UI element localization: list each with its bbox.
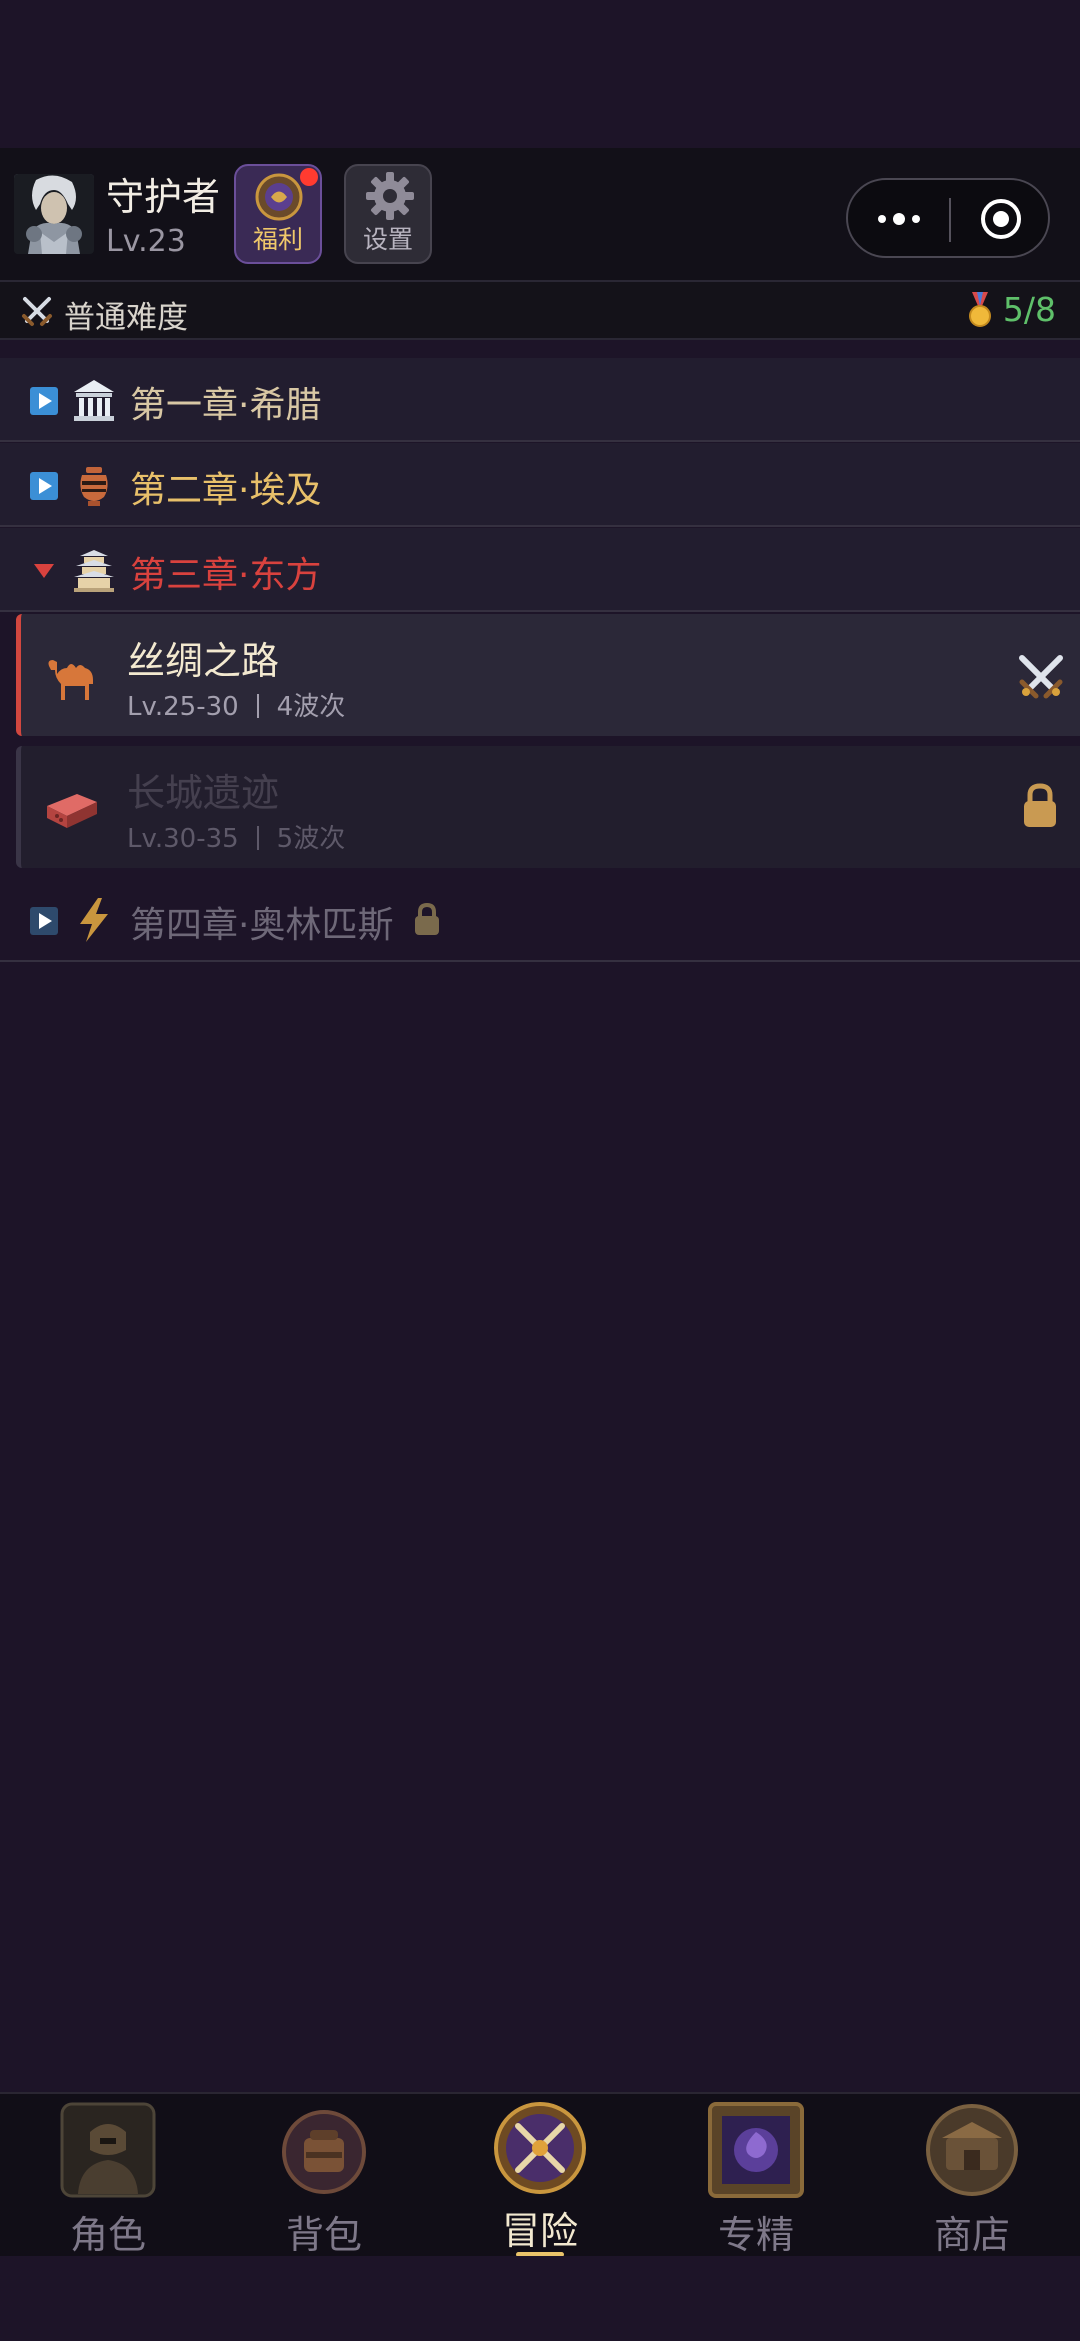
meta-separator [256, 826, 259, 850]
expand-arrow-icon [30, 387, 58, 415]
amphora-icon [80, 467, 108, 506]
stage-level-range: Lv.30-35 [127, 824, 239, 854]
meta-separator [256, 694, 259, 718]
close-target-icon[interactable] [978, 196, 1024, 242]
stage-level-range: Lv.25-30 [127, 692, 239, 722]
nav-item-character[interactable]: 角色 [0, 2094, 216, 2258]
character-icon [60, 2102, 156, 2198]
settings-label: 设置 [362, 225, 413, 254]
bottom-nav: 角色 背包 冒险 专精 商店 [0, 2092, 1080, 2258]
chapter-title: 第一章·希腊 [130, 385, 322, 426]
nav-label: 背包 [285, 2213, 362, 2257]
chapter-title: 第四章·奥林匹斯 [130, 905, 394, 946]
medal-icon [969, 292, 991, 327]
crossed-swords-icon [22, 297, 52, 326]
difficulty-bar[interactable]: 普通难度 5/8 [0, 280, 1080, 340]
welfare-label: 福利 [252, 225, 303, 254]
stage-meta: Lv.30-35 5波次 [127, 818, 345, 855]
player-name: 守护者 [106, 175, 221, 219]
pagoda-icon [74, 550, 114, 592]
shop-icon [926, 2104, 1018, 2196]
mastery-icon [708, 2102, 804, 2198]
avatar[interactable] [14, 174, 94, 254]
stage-meta: Lv.25-30 4波次 [127, 686, 345, 723]
app-root: 守护者 Lv.23 福利 设置 普通难度 5/8 第一章·希腊 第二章·埃及 第… [0, 0, 1080, 2341]
nav-label: 角色 [69, 2213, 146, 2257]
lock-icon [1024, 783, 1056, 827]
backpack-icon [282, 2110, 366, 2194]
chapter-row-1[interactable]: 第一章·希腊 [0, 358, 1080, 442]
settings-button[interactable]: 设置 [344, 164, 432, 264]
lightning-icon [80, 898, 108, 942]
capsule-divider [949, 198, 951, 242]
chapter-row-3[interactable]: 第三章·东方 [0, 528, 1080, 612]
chapter-row-2[interactable]: 第二章·埃及 [0, 443, 1080, 527]
nav-item-adventure[interactable]: 冒险 [432, 2094, 648, 2258]
collapse-arrow-icon [34, 564, 54, 578]
stage-card-silk-road[interactable]: 丝绸之路 Lv.25-30 4波次 [16, 614, 1080, 736]
knight-portrait-icon [14, 174, 94, 254]
nav-label: 专精 [717, 2213, 794, 2257]
stage-progress: 5/8 [1002, 290, 1056, 329]
adventure-icon [494, 2102, 586, 2194]
nav-item-shop[interactable]: 商店 [864, 2094, 1080, 2258]
stage-card-great-wall[interactable]: 长城遗迹 Lv.30-35 5波次 [16, 746, 1080, 868]
player-header: 守护者 Lv.23 福利 设置 [0, 148, 1080, 280]
nav-item-backpack[interactable]: 背包 [216, 2094, 432, 2258]
nav-label: 商店 [933, 2213, 1010, 2257]
stage-name: 长城遗迹 [127, 771, 280, 815]
camel-icon [48, 660, 93, 700]
nav-item-mastery[interactable]: 专精 [648, 2094, 864, 2258]
lock-icon [415, 902, 439, 935]
more-icon[interactable] [874, 204, 924, 234]
gear-icon [366, 172, 414, 220]
temple-icon [74, 380, 114, 421]
stage-waves: 4波次 [276, 692, 346, 722]
chapter-title: 第三章·东方 [130, 555, 322, 596]
brick-icon [47, 794, 97, 828]
status-bar [0, 0, 1080, 148]
stage-waves: 5波次 [276, 824, 346, 854]
chapter-row-4[interactable]: 第四章·奥林匹斯 [0, 878, 1080, 962]
bottom-safe-area [0, 2256, 1080, 2341]
welfare-emblem-icon [255, 173, 303, 221]
expand-arrow-icon [30, 472, 58, 500]
mini-program-capsule [846, 178, 1050, 258]
crossed-swords-icon[interactable] [1016, 652, 1066, 702]
stage-name: 丝绸之路 [127, 639, 280, 683]
expand-arrow-icon [30, 907, 58, 935]
player-level: Lv.23 [106, 224, 186, 259]
nav-label: 冒险 [501, 2209, 578, 2253]
difficulty-label: 普通难度 [64, 300, 188, 336]
notification-dot [300, 168, 318, 186]
chapter-title: 第二章·埃及 [130, 470, 322, 511]
welfare-button[interactable]: 福利 [234, 164, 322, 264]
